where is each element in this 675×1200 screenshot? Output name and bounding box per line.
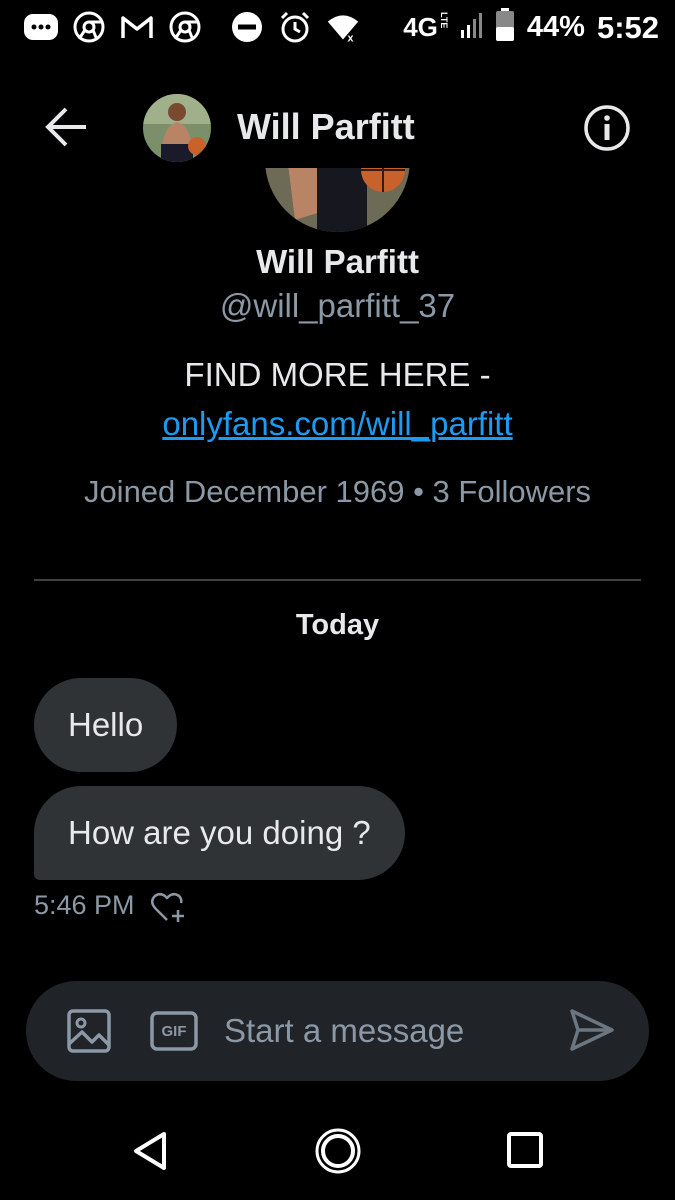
square-recents-icon [507, 1132, 543, 1168]
nav-back-button[interactable] [130, 1130, 170, 1172]
profile-bio: FIND MORE HERE - [184, 356, 491, 393]
info-icon [584, 105, 630, 151]
nav-recents-button[interactable] [506, 1131, 544, 1169]
heart-plus-icon [151, 893, 184, 922]
triangle-back-icon [134, 1132, 166, 1170]
profile-name: Will Parfitt [256, 243, 419, 280]
signal-icon [460, 10, 483, 45]
message-text: How are you doing ? [68, 814, 371, 851]
status-bar: x 4G LTE 44% 5:52 [0, 0, 675, 56]
back-button[interactable] [44, 106, 90, 148]
gmail-icon [120, 10, 154, 44]
battery-icon [495, 8, 515, 47]
gif-button[interactable]: GIF [150, 1011, 198, 1051]
message-input[interactable] [224, 1003, 554, 1059]
profile-link[interactable]: onlyfans.com/will_parfitt [0, 405, 675, 443]
info-button[interactable] [583, 104, 631, 152]
battery-percent: 44% [526, 11, 585, 43]
network-indicator: 4G LTE [403, 12, 449, 43]
network-label: 4G [403, 12, 438, 42]
dm-screen: x 4G LTE 44% 5:52 Will Parfitt Will Parf… [0, 0, 675, 1200]
network-sub-label: LTE [438, 12, 449, 29]
clock: 5:52 [596, 9, 659, 45]
message-bubble[interactable]: How are you doing ? [34, 786, 405, 880]
profile-meta: Joined December 1969 • 3 Followers [83, 474, 592, 509]
alarm-icon [278, 10, 312, 44]
conversation-header: Will Parfitt [0, 86, 675, 168]
date-separator: Today [295, 609, 380, 641]
arrow-left-icon [45, 107, 86, 147]
avatar[interactable] [143, 94, 211, 162]
divider [34, 579, 641, 581]
react-button[interactable] [150, 890, 188, 924]
status-left-icons: x [24, 10, 360, 44]
image-icon [67, 1009, 111, 1053]
send-icon [570, 1009, 614, 1051]
message-text: Hello [68, 706, 144, 743]
chrome-icon [72, 10, 106, 44]
media-button[interactable] [66, 1008, 112, 1054]
chrome-icon [168, 10, 202, 44]
more-dots-icon [24, 10, 58, 44]
message-bubble[interactable]: Hello [34, 678, 178, 772]
nav-home-button[interactable] [314, 1127, 362, 1175]
do-not-disturb-icon [230, 10, 264, 44]
status-right: 4G LTE 44% 5:52 [403, 8, 659, 47]
header-title: Will Parfitt [237, 106, 415, 147]
system-nav-bar [0, 1110, 675, 1200]
gif-label: GIF [161, 1022, 187, 1040]
wifi-icon: x [326, 10, 360, 44]
home-circle-icon [315, 1128, 361, 1174]
message-timestamp: 5:46 PM [34, 890, 135, 920]
profile-handle: @will_parfitt_37 [219, 287, 456, 324]
send-button[interactable] [569, 1007, 615, 1053]
message-composer: GIF [26, 981, 649, 1081]
svg-text:x: x [347, 32, 353, 43]
